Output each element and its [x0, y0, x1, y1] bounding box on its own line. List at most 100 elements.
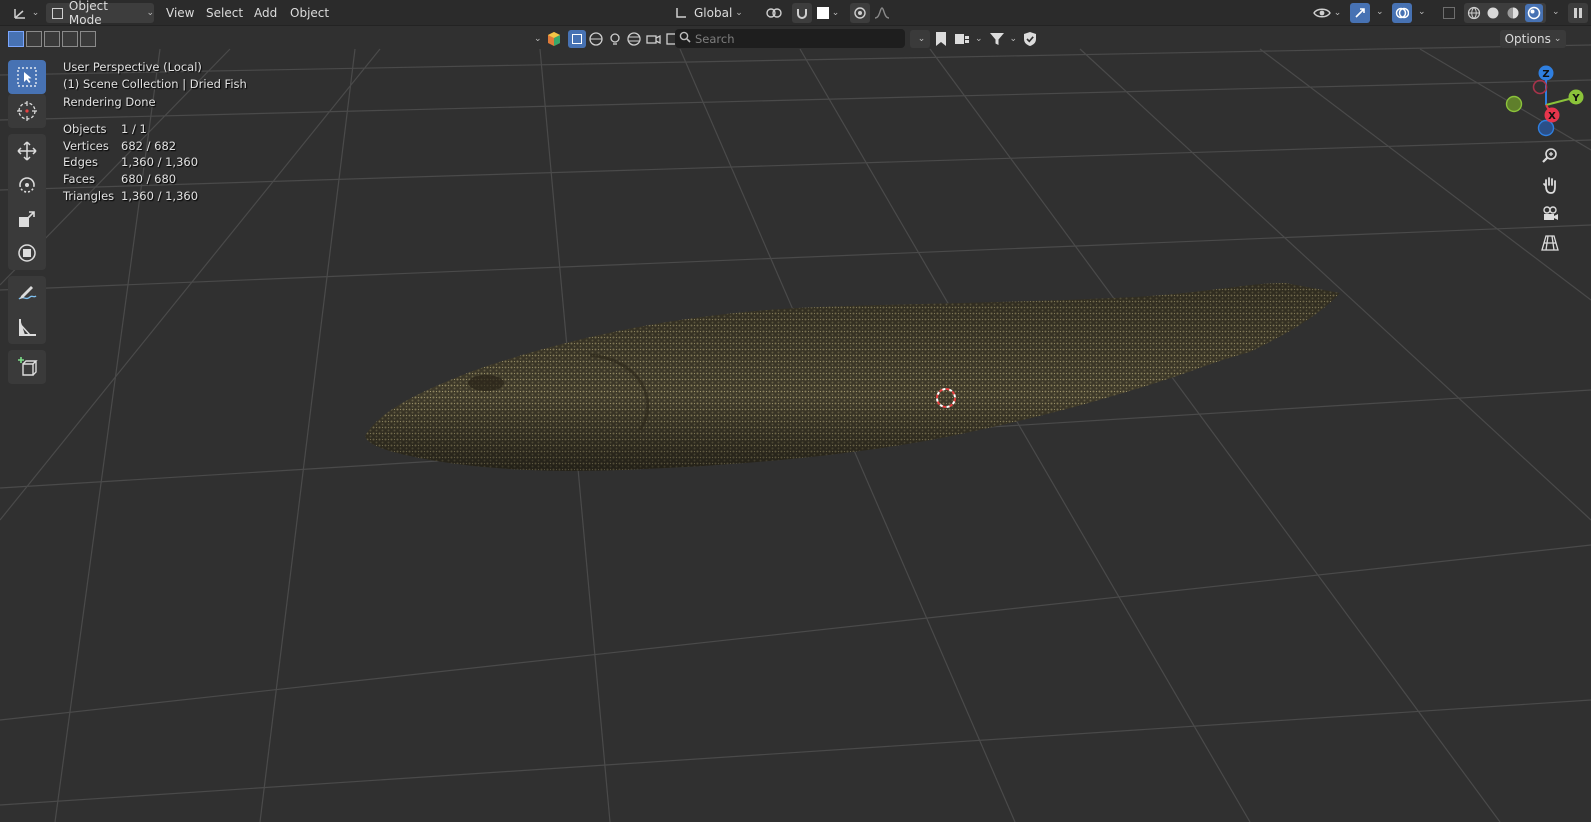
filter-light-icon[interactable] [607, 31, 623, 47]
rendered-shading-icon [1528, 6, 1541, 20]
filter-world-icon[interactable] [626, 31, 642, 47]
menu-add[interactable]: Add [254, 3, 277, 23]
chevron-down-icon: ⌄ [31, 8, 40, 18]
solid-shading-icon[interactable] [1486, 6, 1500, 20]
search-placeholder: Search [695, 31, 735, 46]
magnet-icon [797, 9, 807, 19]
menu-select[interactable]: Select [206, 3, 243, 23]
viewport-header: ⌄ Object Mode ⌄ View Select Add Object G… [0, 0, 1591, 27]
tool-scale[interactable] [8, 202, 46, 236]
filter-mesh-icon[interactable] [588, 31, 604, 47]
stat-label: Objects [63, 122, 107, 136]
navigation-gizmo[interactable]: Z Y X [1500, 60, 1591, 140]
tool-annotate[interactable] [8, 276, 46, 310]
editor-type-button[interactable]: ⌄ [10, 3, 42, 23]
chevron-down-icon[interactable]: ⌄ [534, 34, 542, 44]
axis-icon [13, 9, 25, 19]
snap-toggle-button[interactable] [792, 3, 812, 23]
gizmo-z-label: Z [1542, 69, 1549, 80]
select-new-icon[interactable] [8, 31, 24, 47]
scale-icon [19, 211, 35, 227]
scene-cube-icon[interactable] [546, 31, 562, 47]
wireframe-shading-icon[interactable] [1467, 6, 1481, 20]
chevron-down-icon: ⌄ [917, 34, 926, 44]
select-subtract-icon[interactable] [44, 31, 60, 47]
tool-add-cube[interactable] [8, 350, 46, 384]
render-status-text: Rendering Done [63, 94, 156, 109]
stat-label: Vertices [63, 138, 109, 153]
tool-transform[interactable] [8, 236, 46, 270]
stat-value: 1,360 / 1,360 [121, 188, 199, 203]
tool-select-box[interactable] [8, 60, 46, 94]
rendered-shading-button[interactable] [1525, 4, 1544, 22]
filter-object-button[interactable] [567, 30, 586, 48]
view-perspective-text: User Perspective (Local) [63, 60, 202, 74]
move-arrows-icon [17, 141, 37, 161]
search-input[interactable]: Search [675, 29, 905, 48]
falloff-button[interactable] [872, 3, 892, 23]
projection-toggle-button[interactable] [1536, 229, 1564, 257]
cursor-target-icon [17, 101, 37, 121]
chevron-down-icon: ⌄ [1333, 8, 1342, 18]
gizmo-neg-x-handle[interactable] [1532, 79, 1548, 95]
menu-object[interactable]: Object [290, 3, 329, 23]
stat-row-objects: Objects 1 / 1 [63, 121, 198, 138]
stat-label: Faces [63, 172, 95, 187]
funnel-icon[interactable] [989, 31, 1005, 47]
shield-icon[interactable] [1023, 31, 1037, 47]
snap-square-icon [816, 7, 829, 19]
gizmo-y-label: Y [1571, 93, 1580, 104]
selection-mode-group [8, 29, 98, 49]
pivot-point-button[interactable] [760, 3, 788, 23]
chevron-down-icon: ⌄ [735, 8, 743, 18]
chevron-down-icon[interactable]: ⌄ [975, 34, 983, 44]
chevron-down-icon[interactable]: ⌄ [1376, 7, 1384, 17]
grid-perspective-icon [1541, 235, 1559, 251]
object-icon [571, 34, 582, 44]
proportional-edit-icon [854, 7, 866, 19]
toggle-sidebar-button[interactable] [1568, 3, 1588, 23]
zoom-magnifier-icon [1542, 148, 1557, 163]
select-invert-icon[interactable] [62, 31, 78, 47]
transform-orientation-select[interactable]: Global ⌄ [674, 3, 750, 23]
orientation-label: Global [694, 6, 733, 20]
xray-toggle-button[interactable] [1440, 3, 1458, 23]
options-button[interactable]: Options ⌄ [1500, 30, 1566, 48]
snap-target-button[interactable]: ⌄ [814, 3, 842, 23]
menu-view[interactable]: View [166, 3, 194, 23]
pan-button[interactable] [1536, 171, 1564, 199]
chevron-down-icon[interactable]: ⌄ [1010, 34, 1018, 44]
bookmark-icon[interactable] [934, 31, 948, 47]
select-cursor-icon [17, 67, 37, 87]
chevron-down-icon: ⌄ [146, 8, 154, 18]
chevron-down-icon[interactable]: ⌄ [1552, 7, 1560, 17]
tool-move[interactable] [8, 134, 46, 168]
visibility-button[interactable]: ⌄ [1310, 3, 1344, 23]
tool-cursor[interactable] [8, 94, 46, 128]
mode-select[interactable]: Object Mode ⌄ [46, 0, 154, 27]
chevron-down-icon[interactable]: ⌄ [1418, 7, 1426, 17]
material-shading-icon[interactable] [1506, 6, 1520, 20]
overlays-toggle-button[interactable] [1392, 3, 1412, 23]
gizmo-neg-z-handle[interactable] [1537, 119, 1555, 137]
view-layer-icon[interactable] [954, 31, 970, 47]
options-label: Options [1504, 32, 1551, 46]
select-intersect-icon[interactable] [80, 31, 96, 47]
search-icon [679, 31, 691, 43]
chevron-down-icon: ⌄ [831, 8, 840, 18]
tool-rotate[interactable] [8, 168, 46, 202]
filter-dropdown-button[interactable]: ⌄ [910, 30, 930, 48]
proportional-edit-button[interactable] [850, 3, 870, 23]
filter-camera-icon[interactable] [645, 31, 661, 47]
camera-view-button[interactable] [1536, 200, 1564, 228]
select-extend-icon[interactable] [26, 31, 42, 47]
stat-value: 1,360 / 1,360 [121, 155, 199, 170]
shading-mode-group [1464, 3, 1546, 23]
tool-measure[interactable] [8, 310, 46, 344]
gizmo-toggle-button[interactable] [1350, 3, 1370, 23]
measure-ruler-icon [19, 319, 36, 336]
gizmo-neg-y-handle[interactable] [1505, 95, 1523, 113]
viewport-3d[interactable] [0, 0, 1591, 822]
zoom-button[interactable] [1536, 142, 1564, 170]
dried-fish-mesh [365, 283, 1340, 471]
